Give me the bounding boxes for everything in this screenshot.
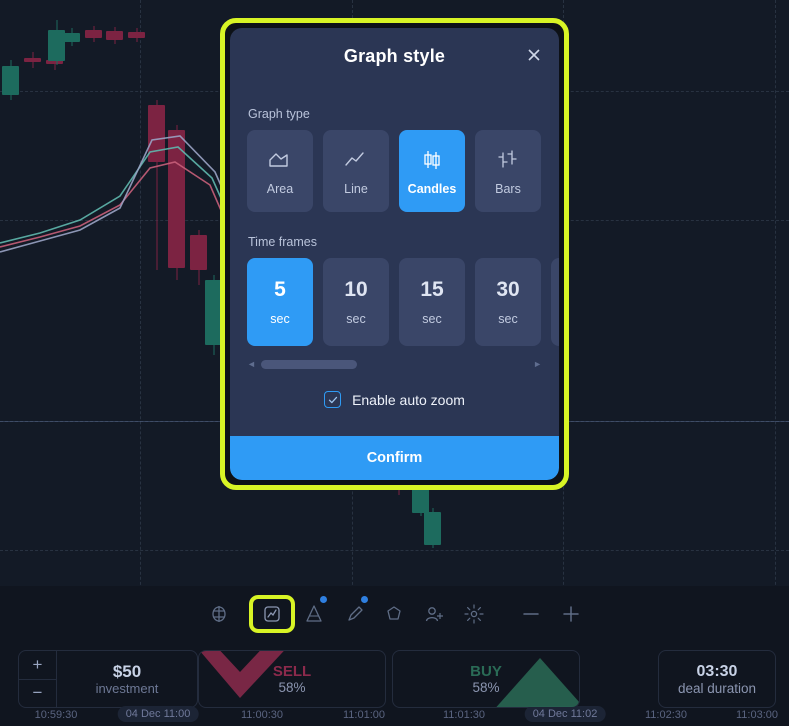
shapes-icon[interactable] (381, 601, 407, 627)
buy-percent: 58% (472, 680, 500, 695)
area-icon (266, 146, 294, 174)
sell-label: SELL (272, 663, 312, 680)
time-frame-30-sec[interactable]: 30 sec (475, 258, 541, 346)
investment-value[interactable]: $50 investment (57, 651, 197, 707)
graph-type-bars[interactable]: Bars (475, 130, 541, 212)
checkmark-icon (328, 396, 337, 403)
time-axis-label: 11:01:30 (442, 709, 486, 721)
deal-duration-label: deal duration (677, 680, 757, 696)
time-axis-label: 10:59:30 (34, 709, 78, 721)
indicators-icon[interactable] (301, 601, 327, 627)
scroll-right-icon[interactable]: ► (533, 360, 542, 369)
confirm-button[interactable]: Confirm (230, 436, 559, 480)
investment-increase-button[interactable]: + (19, 651, 56, 680)
buy-label: BUY (470, 663, 502, 680)
time-frame-60-sec[interactable]: 60sec (551, 258, 559, 346)
scrollbar-thumb[interactable] (260, 360, 358, 369)
time-axis-date-pill: 04 Dec 11:02 (524, 706, 606, 722)
time-frame-10-sec[interactable]: 10 sec (323, 258, 389, 346)
time-frame-unit-0: sec (270, 312, 290, 326)
notification-dot (361, 596, 368, 603)
investment-decrease-button[interactable]: − (19, 680, 56, 708)
graph-style-dialog: Graph style Graph type Area Line Candles Ba… (230, 28, 559, 480)
graph-type-label: Graph type (248, 107, 310, 121)
investment-caption: investment (95, 681, 159, 696)
scrollbar-track[interactable] (260, 360, 528, 369)
graph-type-label-1: Line (344, 182, 368, 196)
buy-button[interactable]: BUY 58% (392, 650, 580, 708)
time-frame-value-3: 30 (496, 278, 520, 301)
close-icon[interactable] (523, 44, 545, 66)
time-frame-value-0: 5 (274, 278, 286, 301)
time-frame-unit-3: sec (498, 312, 518, 326)
graph-type-candles[interactable]: Candles (399, 130, 465, 212)
auto-zoom-checkbox[interactable] (324, 391, 342, 408)
dialog-header: Graph style (230, 28, 559, 84)
time-axis-label: 11:03:00 (735, 709, 779, 721)
graph-type-label-2: Candles (407, 182, 457, 196)
investment-amount: $50 (112, 662, 142, 681)
time-frame-scrollbar[interactable]: ◄ ► (247, 359, 542, 370)
graph-type-label-3: Bars (495, 182, 521, 196)
auto-zoom-label: Enable auto zoom (352, 391, 465, 408)
asset-icon[interactable] (206, 601, 232, 627)
time-frame-value-2: 15 (420, 278, 444, 301)
dialog-body: Graph type Area Line Candles Bars Time fram… (230, 84, 559, 436)
time-axis: 10:59:30 04 Dec 11:00 11:00:30 11:01:00 11:0… (0, 705, 789, 726)
time-frame-5-sec[interactable]: 5 sec (247, 258, 313, 346)
sell-button[interactable]: SELL 58% (198, 650, 386, 708)
investment-stepper: + − (19, 651, 57, 707)
time-axis-label: 11:01:00 (342, 709, 386, 721)
app-root: Graph style Graph type Area Line Candles Ba… (0, 0, 789, 726)
zoom-in-icon[interactable] (558, 601, 584, 627)
graph-type-options: Area Line Candles Bars (247, 130, 542, 212)
time-axis-label: 11:02:30 (644, 709, 688, 721)
toolbar-highlight-ring (249, 595, 295, 633)
graph-type-label-0: Area (266, 182, 294, 196)
scroll-left-icon[interactable]: ◄ (247, 360, 256, 369)
settings-icon[interactable] (461, 601, 487, 627)
time-frame-value-1: 10 (344, 278, 368, 301)
chart-toolbar (0, 586, 789, 642)
time-frames-label: Time frames (248, 235, 317, 249)
graph-type-line[interactable]: Line (323, 130, 389, 212)
pencil-icon[interactable] (342, 601, 368, 627)
graph-type-area[interactable]: Area (247, 130, 313, 212)
bars-icon (494, 146, 522, 174)
person-icon[interactable] (421, 601, 447, 627)
time-frame-unit-2: sec (422, 312, 442, 326)
time-frame-options[interactable]: 5 sec 10 sec 15 sec 30 sec 60sec (247, 258, 559, 346)
time-axis-label: 11:00:30 (240, 709, 284, 721)
zoom-out-icon[interactable] (518, 601, 544, 627)
time-axis-date-pill: 04 Dec 11:00 (117, 706, 199, 722)
sell-percent: 58% (278, 680, 306, 695)
deal-duration-panel[interactable]: 03:30 deal duration (658, 650, 776, 708)
deal-duration-value: 03:30 (696, 662, 738, 680)
candles-icon (418, 146, 446, 174)
time-frame-15-sec[interactable]: 15 sec (399, 258, 465, 346)
time-frame-unit-1: sec (346, 312, 366, 326)
notification-dot (320, 596, 327, 603)
line-icon (342, 146, 370, 174)
page-title: Graph style (343, 45, 446, 66)
investment-panel[interactable]: + − $50 investment (18, 650, 198, 708)
auto-zoom-row[interactable]: Enable auto zoom (247, 391, 542, 408)
